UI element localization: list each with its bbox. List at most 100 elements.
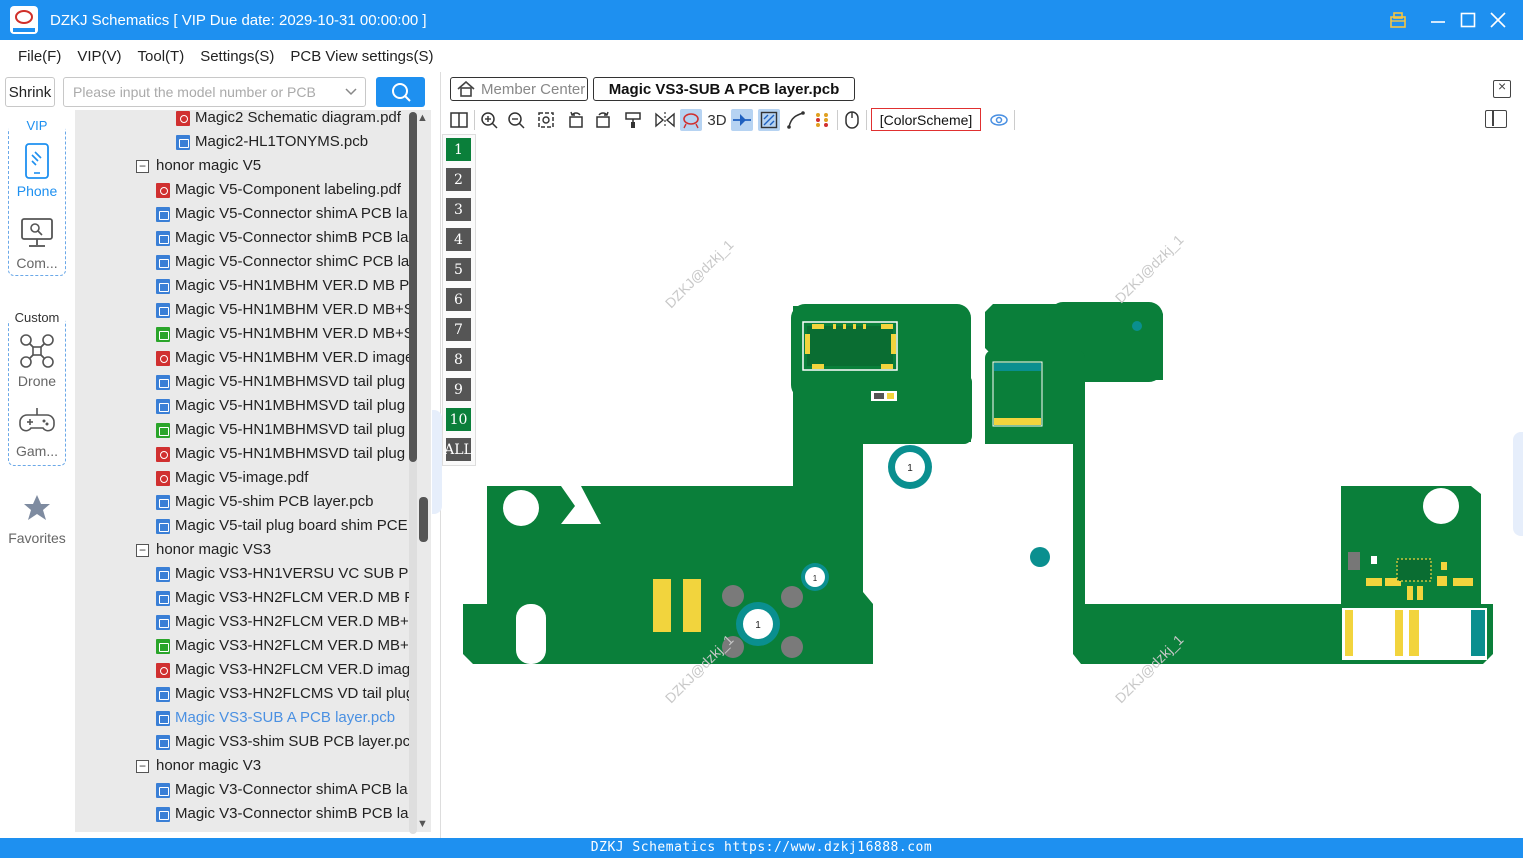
tree-file[interactable]: Magic V3-Connector shimB PCB la	[156, 802, 409, 826]
tree-file[interactable]: Magic2 Schematic diagram.pdf	[176, 110, 409, 130]
category-rail: VIP Phone Com... Custom Drone Gam... Fav…	[0, 110, 75, 838]
net-highlight-icon[interactable]	[680, 109, 702, 131]
board-outline-icon[interactable]	[758, 109, 780, 131]
tree-scroll-thumb[interactable]	[409, 112, 417, 462]
tree-file[interactable]: Magic VS3-HN2FLCM VER.D MB+S	[156, 634, 409, 658]
layer-button-5[interactable]: 5	[446, 258, 471, 281]
tree-file[interactable]: Magic V5-Connector shimB PCB la	[156, 226, 409, 250]
tree-scroll-thumb-secondary[interactable]	[419, 497, 428, 542]
close-tab-icon[interactable]	[1493, 78, 1511, 98]
rail-item-game[interactable]: Gam...	[9, 401, 65, 459]
tab-member-center[interactable]: Member Center	[450, 77, 588, 101]
vip-group: VIP Phone Com...	[8, 118, 66, 276]
rail-item-computer[interactable]: Com...	[9, 213, 65, 271]
tree-folder[interactable]: − honor magic VS3	[136, 538, 409, 562]
tree-file[interactable]: Magic VS3-HN2FLCM VER.D MB PC	[156, 586, 409, 610]
tree-file[interactable]: Magic V5-Component labeling.pdf	[156, 178, 409, 202]
mirror-icon[interactable]	[654, 109, 676, 131]
tree-scrollbar[interactable]	[409, 112, 417, 834]
pcb-board-drawing[interactable]: 1 1 1 DZKJ@dzkj_1 DZKJ@dzkj_1 DZKJ@dzkj_…	[441, 134, 1523, 838]
layer-button-all[interactable]: ALL	[444, 438, 473, 461]
pcb-canvas[interactable]: 1 1 1 DZKJ@dzkj_1 DZKJ@dzkj_1 DZKJ@dzkj_…	[441, 134, 1523, 838]
format-brush-icon[interactable]	[622, 109, 644, 131]
collapse-icon[interactable]: −	[136, 759, 149, 773]
tree-file[interactable]: Magic V3-Connector shimA PCB la	[156, 778, 409, 802]
collapse-icon[interactable]: −	[136, 543, 149, 557]
rotate-right-icon[interactable]	[592, 109, 614, 131]
menu-pcb-view-settings[interactable]: PCB View settings(S)	[282, 48, 441, 65]
tree-file[interactable]: Magic VS3-SUB A PCB layer.pcb	[156, 706, 409, 730]
tree-file[interactable]: Magic V5-HN1MBHMSVD tail plug	[156, 394, 409, 418]
tree-folder[interactable]: − honor magic V3	[136, 754, 409, 778]
layer-button-3[interactable]: 3	[446, 198, 471, 221]
tab-pcb-file[interactable]: Magic VS3-SUB A PCB layer.pcb	[593, 77, 855, 101]
app-logo	[10, 6, 38, 34]
tree-file[interactable]: Magic V5-Connector shimA PCB la	[156, 202, 409, 226]
3d-view-button[interactable]: 3D	[705, 109, 729, 131]
tree-file[interactable]: Magic V5-Connector shimC PCB la	[156, 250, 409, 274]
menu-file[interactable]: File(F)	[10, 48, 69, 65]
tree-file[interactable]: Magic V5-image.pdf	[156, 466, 409, 490]
side-panel-toggle-icon[interactable]	[1485, 110, 1507, 128]
tree-file[interactable]: Magic V5-shim PCB layer.pcb	[156, 490, 409, 514]
menu-tool[interactable]: Tool(T)	[130, 48, 193, 65]
mouse-mode-icon[interactable]	[841, 109, 863, 131]
tree-file[interactable]: Magic VS3-HN1VERSU VC SUB PCE	[156, 562, 409, 586]
rail-item-favorites[interactable]: Favorites	[8, 488, 66, 546]
zoom-out-icon[interactable]	[505, 109, 527, 131]
tree-file[interactable]: Magic VS3-HN2FLCM VER.D MB+S	[156, 610, 409, 634]
layer-button-4[interactable]: 4	[446, 228, 471, 251]
tree-file[interactable]: Magic V5-HN1MBHM VER.D image	[156, 346, 409, 370]
route-icon[interactable]	[785, 109, 807, 131]
pcb-file-icon	[156, 614, 170, 630]
tree-file[interactable]: Magic V5-HN1MBHMSVD tail plug	[156, 442, 409, 466]
tree-item-label: Magic V5-Connector shimA PCB la	[175, 205, 408, 222]
tree-file[interactable]: Magic VS3-HN2FLCMS VD tail plug	[156, 682, 409, 706]
close-icon[interactable]	[1483, 0, 1513, 40]
tree-file[interactable]: Magic VS3-HN2FLCM VER.D image	[156, 658, 409, 682]
zoom-in-icon[interactable]	[478, 109, 500, 131]
maximize-icon[interactable]	[1453, 0, 1483, 40]
tree-item-label: Magic V5-tail plug board shim PCE	[175, 517, 408, 534]
rail-item-phone[interactable]: Phone	[9, 141, 65, 199]
layer-button-2[interactable]: 2	[446, 168, 471, 191]
rail-item-drone[interactable]: Drone	[9, 331, 65, 389]
tree-file[interactable]: Magic V5-HN1MBHM VER.D MB+S	[156, 322, 409, 346]
pin-trace-icon[interactable]	[731, 109, 753, 131]
layer-button-8[interactable]: 8	[446, 348, 471, 371]
scroll-up-icon[interactable]: ▲	[417, 112, 428, 124]
menu-settings[interactable]: Settings(S)	[192, 48, 282, 65]
eye-icon[interactable]	[988, 109, 1010, 131]
collapse-left-handle[interactable]	[432, 410, 442, 514]
tree-file[interactable]: Magic2-HL1TONYMS.pcb	[176, 130, 409, 154]
component-dots-icon[interactable]	[811, 109, 833, 131]
collapse-icon[interactable]: −	[136, 159, 149, 173]
tree-file[interactable]: Magic V5-HN1MBHMSVD tail plug	[156, 418, 409, 442]
layer-button-9[interactable]: 9	[446, 378, 471, 401]
search-button[interactable]	[376, 77, 425, 107]
layer-button-10[interactable]: 10	[446, 408, 471, 431]
img-file-icon	[156, 422, 170, 438]
layer-button-6[interactable]: 6	[446, 288, 471, 311]
search-input[interactable]: Please input the model number or PCB	[63, 77, 366, 107]
scroll-down-icon[interactable]: ▼	[417, 818, 428, 830]
chevron-down-icon[interactable]	[337, 88, 365, 96]
split-view-icon[interactable]	[448, 109, 470, 131]
minimize-icon[interactable]	[1423, 0, 1453, 40]
tree-file[interactable]: Magic V5-HN1MBHMSVD tail plug	[156, 370, 409, 394]
color-scheme-button[interactable]: [ColorScheme]	[871, 108, 981, 131]
rotate-left-icon[interactable]	[565, 109, 587, 131]
layer-button-1[interactable]: 1	[446, 138, 471, 161]
tree-file[interactable]: Magic V5-tail plug board shim PCE	[156, 514, 409, 538]
collapse-right-handle[interactable]	[1513, 432, 1523, 536]
lock-icon[interactable]	[1383, 0, 1413, 40]
shrink-button[interactable]: Shrink	[5, 77, 55, 107]
fit-view-icon[interactable]	[535, 109, 557, 131]
watermark-text: DZKJ@dzkj_1	[1112, 231, 1187, 306]
tree-file[interactable]: Magic V5-HN1MBHM VER.D MB+S	[156, 298, 409, 322]
tree-folder[interactable]: − honor magic V5	[136, 154, 409, 178]
layer-button-7[interactable]: 7	[446, 318, 471, 341]
tree-file[interactable]: Magic VS3-shim SUB PCB layer.pcb	[156, 730, 409, 754]
menu-vip[interactable]: VIP(V)	[69, 48, 129, 65]
tree-file[interactable]: Magic V5-HN1MBHM VER.D MB P	[156, 274, 409, 298]
